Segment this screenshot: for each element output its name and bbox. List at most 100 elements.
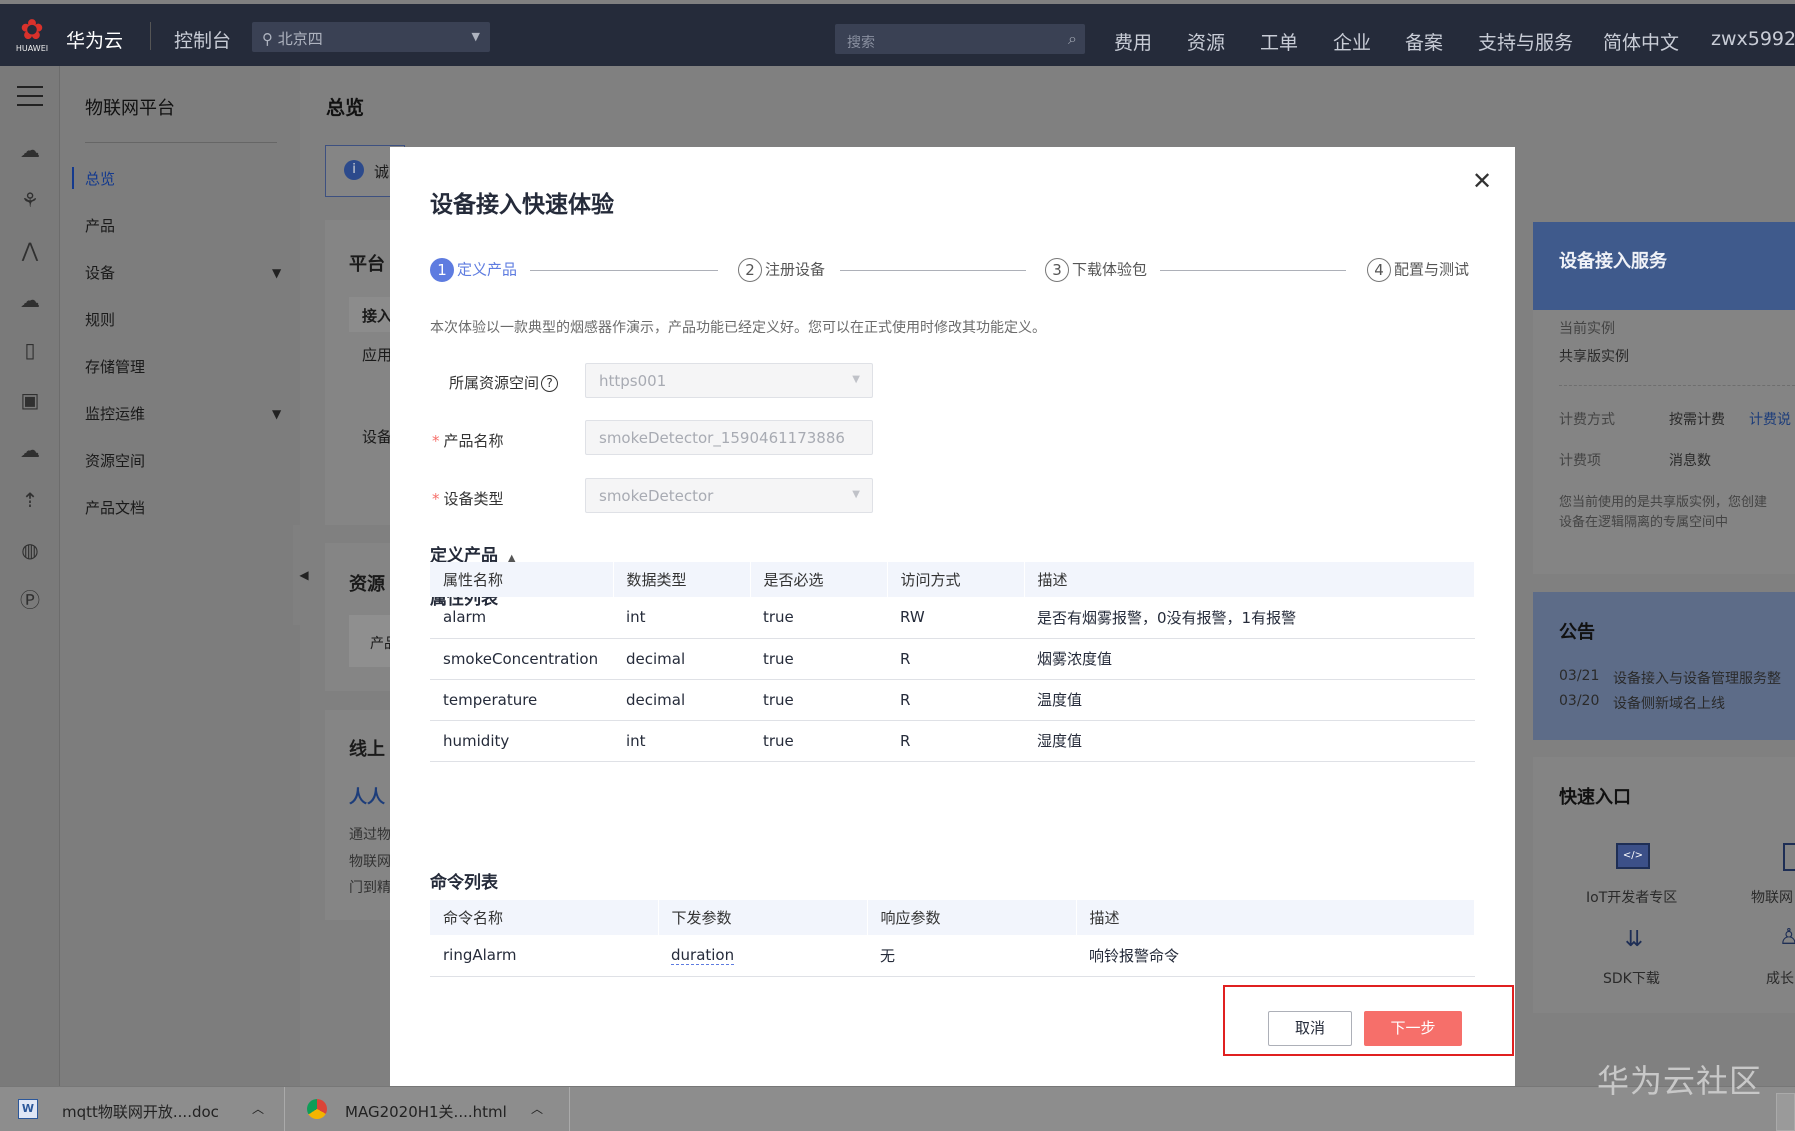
column-header: 响应参数 [867,900,1077,935]
sidebar-item-monitoring[interactable]: 监控运维 [85,403,145,424]
download-item-html[interactable]: MAG2020H1关....html ︿ [285,1087,570,1131]
step-number: 2 [738,258,762,282]
huawei-logo[interactable]: ✿ HUAWEI [12,16,52,56]
info-text: 诚 [374,163,390,181]
device-type-select[interactable]: smokeDetector ▼ [585,478,873,513]
product-name-input[interactable]: smokeDetector_1590461173886 [585,420,873,455]
nav-user-account[interactable]: zwx599288 [1711,28,1795,50]
search-input[interactable]: 搜索 ⌕ [835,24,1085,54]
region-value: 北京四 [277,30,323,48]
nav-tickets[interactable]: 工单 [1260,28,1298,55]
code-icon: </> [1616,843,1650,869]
nav-filing[interactable]: 备案 [1405,28,1443,55]
huawei-logo-text: HUAWEI [15,44,49,53]
step-connector [1160,270,1346,271]
command-params-link[interactable]: duration [671,946,735,966]
cloud-icon[interactable]: ☁ [16,436,44,464]
close-icon[interactable]: ✕ [1472,167,1492,195]
network-icon[interactable]: ⋀ [16,236,44,264]
property-name: alarm [430,597,613,639]
region-selector[interactable]: ⚲ 北京四 ▼ [252,22,490,52]
backup-icon[interactable]: ▣ [16,386,44,414]
instance-note-2: 设备在逻辑隔离的专属空间中 [1559,515,1729,530]
course-desc-1: 通过物 [349,827,391,843]
property-desc: 温度值 [1024,679,1475,721]
card-heading: 平台 [349,254,385,275]
chevron-up-icon[interactable]: ︿ [252,1100,264,1117]
sidebar-item-docs[interactable]: 产品文档 [85,497,145,518]
card-heading: 线上 [349,739,385,760]
deploy-icon[interactable]: ⇡ [16,486,44,514]
nav-billing[interactable]: 费用 [1114,28,1152,55]
table-header-row: 命令名称 下发参数 响应参数 描述 [430,900,1475,935]
tab-application[interactable]: 应用 [362,344,392,365]
chevron-down-icon: ▼ [852,374,860,385]
command-name: ringAlarm [430,935,658,977]
chevron-down-icon[interactable]: ▼ [272,266,281,280]
cloud-server-icon[interactable]: ☁ [16,136,44,164]
sidebar-item-rules[interactable]: 规则 [85,309,115,330]
sidebar-item-storage[interactable]: 存储管理 [85,356,145,377]
notice-link[interactable]: 设备接入与设备管理服务整 [1613,668,1781,688]
table-row: alarm int true RW 是否有烟雾报警，0没有报警，1有报警 [430,597,1475,639]
device-label: 设备 [362,428,393,446]
resource-space-select[interactable]: https001 ▼ [585,363,873,398]
step-connector [840,270,1026,271]
quick-link-sdk[interactable]: SDK下载 [1603,968,1660,988]
service-title: 设备接入服务 [1559,251,1667,272]
notice-link[interactable]: 设备侧新域名上线 [1613,693,1725,713]
quick-link-iot[interactable]: 物联网 [1751,887,1793,907]
sidebar-item-devices[interactable]: 设备 [85,262,115,283]
table-header-row: 属性名称 数据类型 是否必选 访问方式 描述 [430,562,1475,597]
chevron-up-icon[interactable]: ︿ [531,1100,543,1117]
column-header: 描述 [1024,562,1475,597]
billing-details-link[interactable]: 计费说 [1749,409,1791,429]
notice-card [1533,592,1795,740]
sidebar-item-products[interactable]: 产品 [85,215,115,236]
property-access: R [887,679,1024,721]
sidebar-item-overview[interactable]: 总览 [85,168,115,189]
help-icon[interactable]: ? [541,375,559,392]
download-filename: MAG2020H1关....html [345,1103,507,1121]
step-label: 下载体验包 [1072,260,1148,279]
course-desc-3: 门到精 [349,880,391,896]
sidebar-item-resource-space[interactable]: 资源空间 [85,450,145,471]
billing-item-label: 计费项 [1559,453,1601,469]
quick-link-growth[interactable]: 成长 [1766,968,1794,988]
nav-support[interactable]: 支持与服务 [1478,28,1573,55]
ip-icon[interactable]: Ⓟ [16,586,44,614]
property-type: decimal [613,638,750,680]
command-list-heading: 命令列表 [430,873,498,893]
globe-icon[interactable]: ◍ [16,536,44,564]
table-row: ringAlarm duration 无 响铃报警命令 [430,935,1475,977]
quick-link-iot-dev[interactable]: IoT开发者专区 [1586,887,1677,907]
search-icon[interactable]: ⌕ [1068,29,1077,49]
cluster-icon[interactable]: ⚘ [16,186,44,214]
step-number: 4 [1367,258,1391,282]
notice-title: 公告 [1559,622,1595,643]
sidebar-collapse-handle[interactable]: ◀ [293,525,315,625]
brand-name[interactable]: 华为云 [66,26,123,53]
step-configure-test: 4 配置与测试 [1367,258,1469,282]
column-header: 命令名称 [430,900,659,935]
show-all-button[interactable] [1776,1093,1795,1131]
nav-resources[interactable]: 资源 [1187,28,1225,55]
nav-enterprise[interactable]: 企业 [1333,28,1371,55]
chevron-down-icon[interactable]: ▼ [272,407,281,421]
course-link[interactable]: 人人 [349,783,385,809]
step-register-device: 2 注册设备 [738,258,825,282]
property-required: true [750,638,887,680]
storage-icon[interactable]: ☁ [16,286,44,314]
database-icon[interactable]: ▯ [16,336,44,364]
device-type-label-text: 设备类型 [443,490,504,508]
tab-access[interactable]: 接入 [362,305,392,326]
property-required: true [750,720,887,762]
huawei-flower-icon: ✿ [20,13,44,46]
column-header: 访问方式 [887,562,1025,597]
download-item-doc[interactable]: W mqtt物联网开放....doc ︿ [0,1087,285,1131]
device-type-label: * 设备类型 [432,488,504,509]
nav-language[interactable]: 简体中文 [1603,28,1679,55]
console-link[interactable]: 控制台 [174,26,231,53]
menu-icon[interactable] [17,86,43,113]
chevron-down-icon: ▼ [471,30,480,43]
